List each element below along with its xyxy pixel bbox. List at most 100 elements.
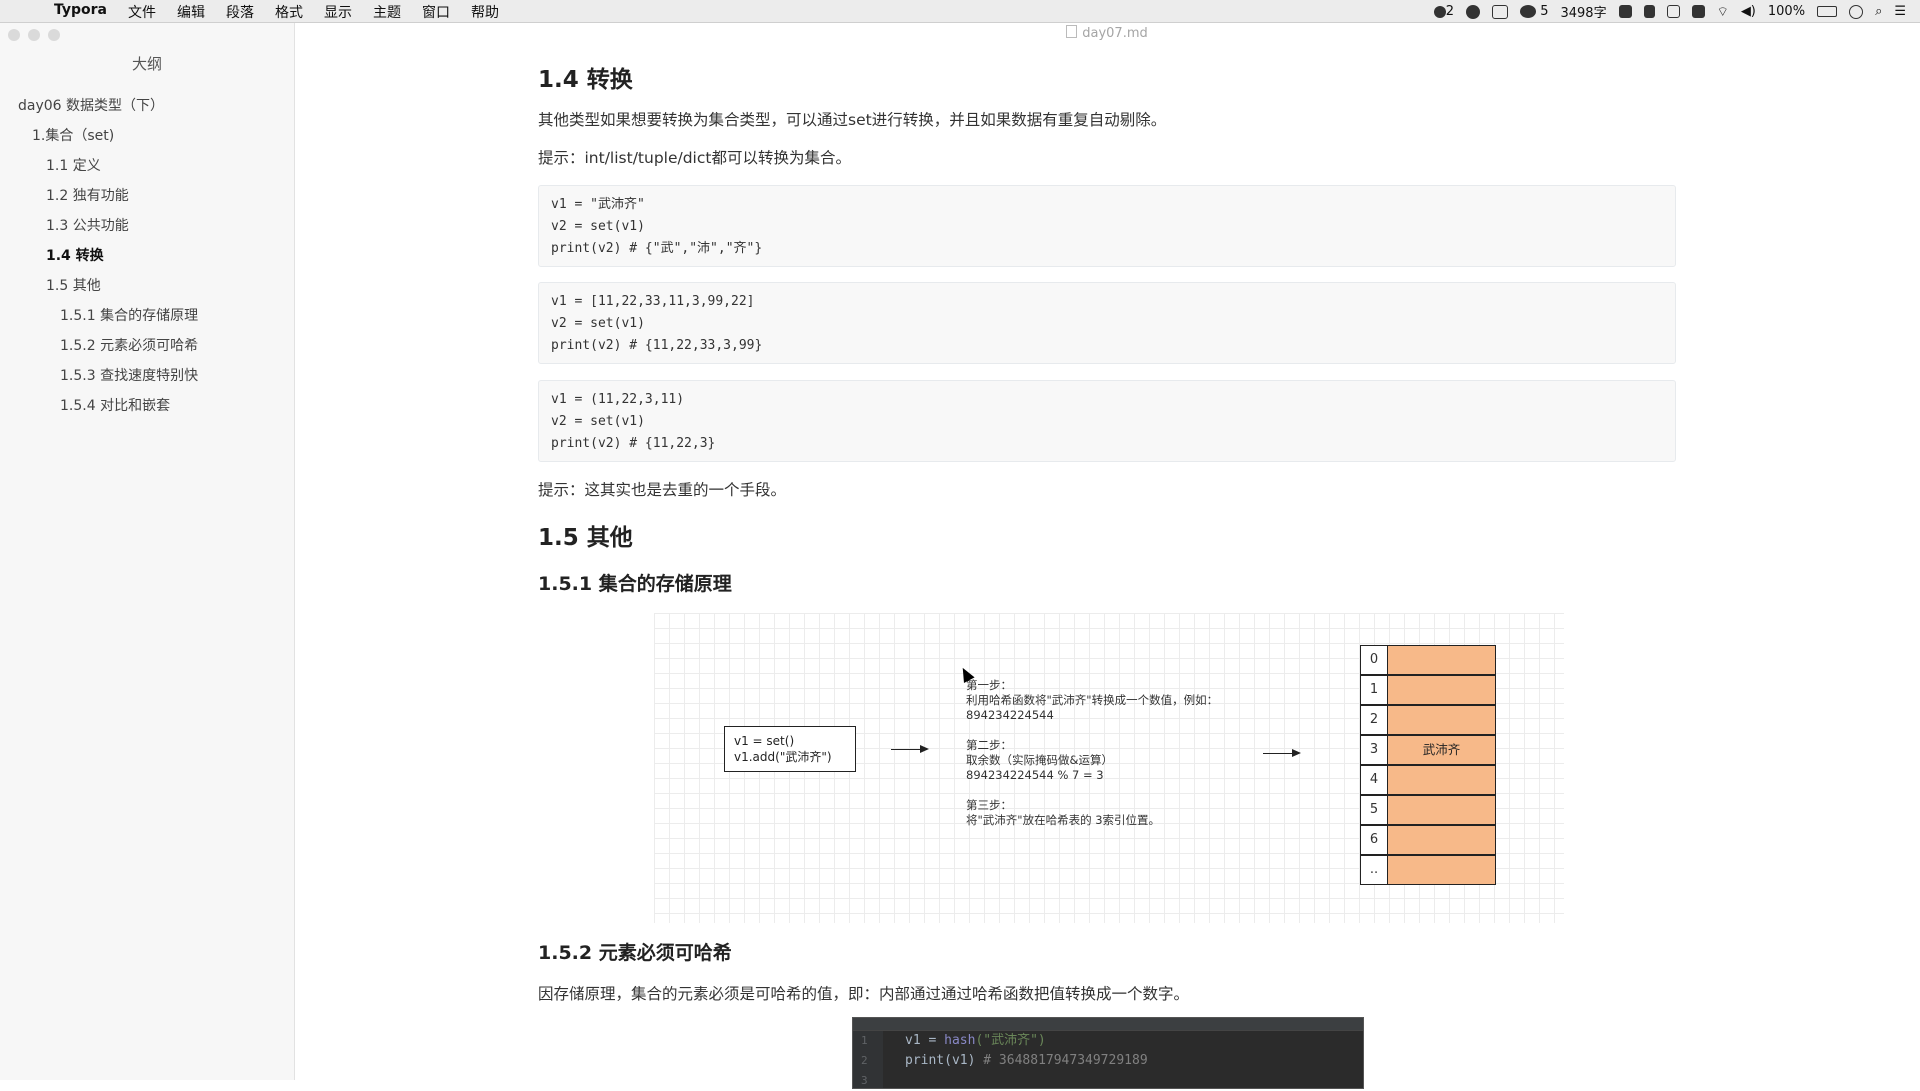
battery-percent[interactable]: 100% bbox=[1768, 4, 1805, 19]
volume-icon[interactable]: ◀) bbox=[1741, 4, 1756, 19]
wechat-count: 5 bbox=[1540, 4, 1549, 19]
outline-sidebar: 大纲 day06 数据类型（下） 1.集合（set) 1.1 定义 1.2 独有… bbox=[0, 23, 295, 1080]
code-line: v2 = set(v1) bbox=[551, 316, 645, 331]
code-text: print(v1) bbox=[905, 1053, 984, 1068]
line-number: 2 bbox=[861, 1054, 868, 1067]
code-lines: v1 = hash("武沛齐") print(v1) # 36488179473… bbox=[905, 1031, 1148, 1071]
word-count[interactable]: 3498字 bbox=[1560, 2, 1606, 21]
hash-index: 2 bbox=[1360, 704, 1388, 735]
siri-icon[interactable] bbox=[1849, 4, 1864, 19]
code-block-3[interactable]: v1 = (11,22,3,11) v2 = set(v1) print(v2)… bbox=[538, 380, 1676, 462]
paragraph-hashable: 因存储原理，集合的元素必须是可哈希的值，即：内部通过通过哈希函数把值转换成一个数… bbox=[538, 985, 1190, 1003]
hash-index: 5 bbox=[1360, 794, 1388, 825]
code-screenshot: 1 2 3 v1 = hash("武沛齐") print(v1) # 36488… bbox=[852, 1017, 1364, 1089]
menu-app-name[interactable]: Typora bbox=[54, 2, 107, 22]
hash-slot bbox=[1388, 824, 1496, 855]
step-2-title: 第二步： bbox=[966, 738, 1012, 752]
heading-convert: 1.4 转换 bbox=[538, 67, 633, 93]
code-block-2[interactable]: v1 = [11,22,33,11,3,99,22] v2 = set(v1) … bbox=[538, 282, 1676, 364]
hash-row: 6 bbox=[1360, 824, 1496, 856]
step-3: 第三步： 将"武沛齐"放在哈希表的 3索引位置。 bbox=[966, 798, 1218, 828]
outline-item[interactable]: 1.5.1 集合的存储原理 bbox=[0, 301, 294, 331]
code-block-1[interactable]: v1 = "武沛齐" v2 = set(v1) print(v2) # {"武"… bbox=[538, 185, 1676, 267]
typora-window: 大纲 day06 数据类型（下） 1.集合（set) 1.1 定义 1.2 独有… bbox=[0, 23, 1920, 1089]
step-1-value: 894234224544 bbox=[966, 708, 1054, 722]
macos-menu-bar: Typora 文件 编辑 段落 格式 显示 主题 窗口 帮助 2 5 3498字… bbox=[0, 0, 1920, 23]
hash-table: 0 1 2 3 武沛齐 4 5 6 .. bbox=[1360, 644, 1496, 886]
app-menus: Typora 文件 编辑 段落 格式 显示 主题 窗口 帮助 bbox=[54, 2, 499, 22]
step-1-title: 第一步： bbox=[966, 678, 1012, 692]
line-number-gutter: 1 2 3 bbox=[853, 1031, 883, 1088]
menu-help[interactable]: 帮助 bbox=[471, 2, 499, 22]
hash-row: 2 bbox=[1360, 704, 1496, 736]
wechat-icon bbox=[1520, 5, 1537, 18]
step-2: 第二步： 取余数（实际掩码做&运算） 894234224544 % 7 = 3 bbox=[966, 738, 1218, 783]
hash-index: 1 bbox=[1360, 674, 1388, 705]
bell-icon bbox=[1433, 5, 1446, 18]
app-status-icon-2[interactable] bbox=[1691, 5, 1705, 18]
steps-text: 第一步： 利用哈希函数将"武沛齐"转换成一个数值，例如： 89423422454… bbox=[966, 678, 1218, 843]
hash-slot bbox=[1388, 674, 1496, 705]
hash-row: 0 bbox=[1360, 644, 1496, 676]
grid-icon[interactable] bbox=[1666, 5, 1680, 18]
code-line: v1 = "武沛齐" bbox=[551, 197, 645, 212]
battery-icon[interactable] bbox=[1817, 6, 1838, 17]
code-comment: # 3648817947349729189 bbox=[983, 1053, 1148, 1068]
outline-item[interactable]: day06 数据类型（下） bbox=[0, 91, 294, 121]
bell-status[interactable]: 2 bbox=[1433, 4, 1455, 19]
code-text: v1 = bbox=[905, 1033, 945, 1048]
hash-index: 4 bbox=[1360, 764, 1388, 795]
hash-slot: 武沛齐 bbox=[1388, 734, 1496, 765]
maximize-window-button[interactable] bbox=[48, 29, 60, 41]
outline-item[interactable]: 1.2 独有功能 bbox=[0, 181, 294, 211]
outline-item[interactable]: 1.3 公共功能 bbox=[0, 211, 294, 241]
code-line: print(v2) # {11,22,33,3,99} bbox=[551, 338, 763, 353]
menu-format[interactable]: 格式 bbox=[275, 2, 303, 22]
step-2-text: 取余数（实际掩码做&运算） bbox=[966, 753, 1113, 767]
outline-item[interactable]: 1.集合（set) bbox=[0, 121, 294, 151]
microphone-icon[interactable] bbox=[1643, 5, 1655, 18]
storage-diagram: v1 = set() v1.add("武沛齐") 第一步： 利用哈希函数将"武沛… bbox=[654, 613, 1564, 923]
outline-title: 大纲 bbox=[131, 55, 162, 73]
menu-view[interactable]: 显示 bbox=[324, 2, 352, 22]
menu-theme[interactable]: 主题 bbox=[373, 2, 401, 22]
app-status-icon-1[interactable] bbox=[1618, 5, 1632, 18]
outline-item[interactable]: 1.5.4 对比和嵌套 bbox=[0, 391, 294, 421]
menu-file[interactable]: 文件 bbox=[128, 2, 156, 22]
outline-item[interactable]: 1.5.3 查找速度特别快 bbox=[0, 361, 294, 391]
menu-paragraph[interactable]: 段落 bbox=[226, 2, 254, 22]
outline-item[interactable]: 1.1 定义 bbox=[0, 151, 294, 181]
code-line: v1 = (11,22,3,11) bbox=[551, 392, 685, 407]
play-icon[interactable] bbox=[1466, 4, 1481, 19]
hash-index: .. bbox=[1360, 854, 1388, 885]
step-3-text: 将"武沛齐"放在哈希表的 3索引位置。 bbox=[966, 813, 1161, 827]
minimize-window-button[interactable] bbox=[28, 29, 40, 41]
hash-index: 0 bbox=[1360, 644, 1388, 675]
hash-slot bbox=[1388, 854, 1496, 885]
wechat-status[interactable]: 5 bbox=[1520, 4, 1548, 19]
camera-icon[interactable] bbox=[1492, 4, 1509, 19]
outline-item[interactable]: 1.5 其他 bbox=[0, 271, 294, 301]
wifi-icon[interactable]: ⌔ bbox=[1717, 4, 1729, 20]
box-line-1: v1 = set() bbox=[734, 734, 795, 748]
outline-item-active[interactable]: 1.4 转换 bbox=[0, 241, 294, 271]
hash-row: 1 bbox=[1360, 674, 1496, 706]
code-line: v2 = set(v1) bbox=[551, 414, 645, 429]
code-line: v1 = [11,22,33,11,3,99,22] bbox=[551, 294, 755, 309]
close-window-button[interactable] bbox=[8, 29, 20, 41]
spotlight-search-icon[interactable]: ⌕ bbox=[1875, 4, 1882, 19]
menu-edit[interactable]: 编辑 bbox=[177, 2, 205, 22]
hash-row: 3 武沛齐 bbox=[1360, 734, 1496, 766]
code-string: ("武沛齐") bbox=[975, 1033, 1046, 1048]
control-center-icon[interactable]: ☰ bbox=[1894, 4, 1906, 19]
outline-item[interactable]: 1.5.2 元素必须可哈希 bbox=[0, 331, 294, 361]
notification-count: 2 bbox=[1445, 4, 1455, 19]
line-number: 3 bbox=[861, 1074, 868, 1087]
menu-window[interactable]: 窗口 bbox=[422, 2, 450, 22]
code-screenshot-tab bbox=[853, 1018, 1363, 1031]
paragraph-convert-1: 其他类型如果想要转换为集合类型，可以通过set进行转换，并且如果数据有重复自动剔… bbox=[538, 111, 1167, 129]
step-1-text: 利用哈希函数将"武沛齐"转换成一个数值，例如： bbox=[966, 693, 1219, 707]
document-title: day07.md bbox=[294, 25, 1920, 41]
hash-row: 5 bbox=[1360, 794, 1496, 826]
step-2-value: 894234224544 % 7 = 3 bbox=[966, 768, 1104, 782]
